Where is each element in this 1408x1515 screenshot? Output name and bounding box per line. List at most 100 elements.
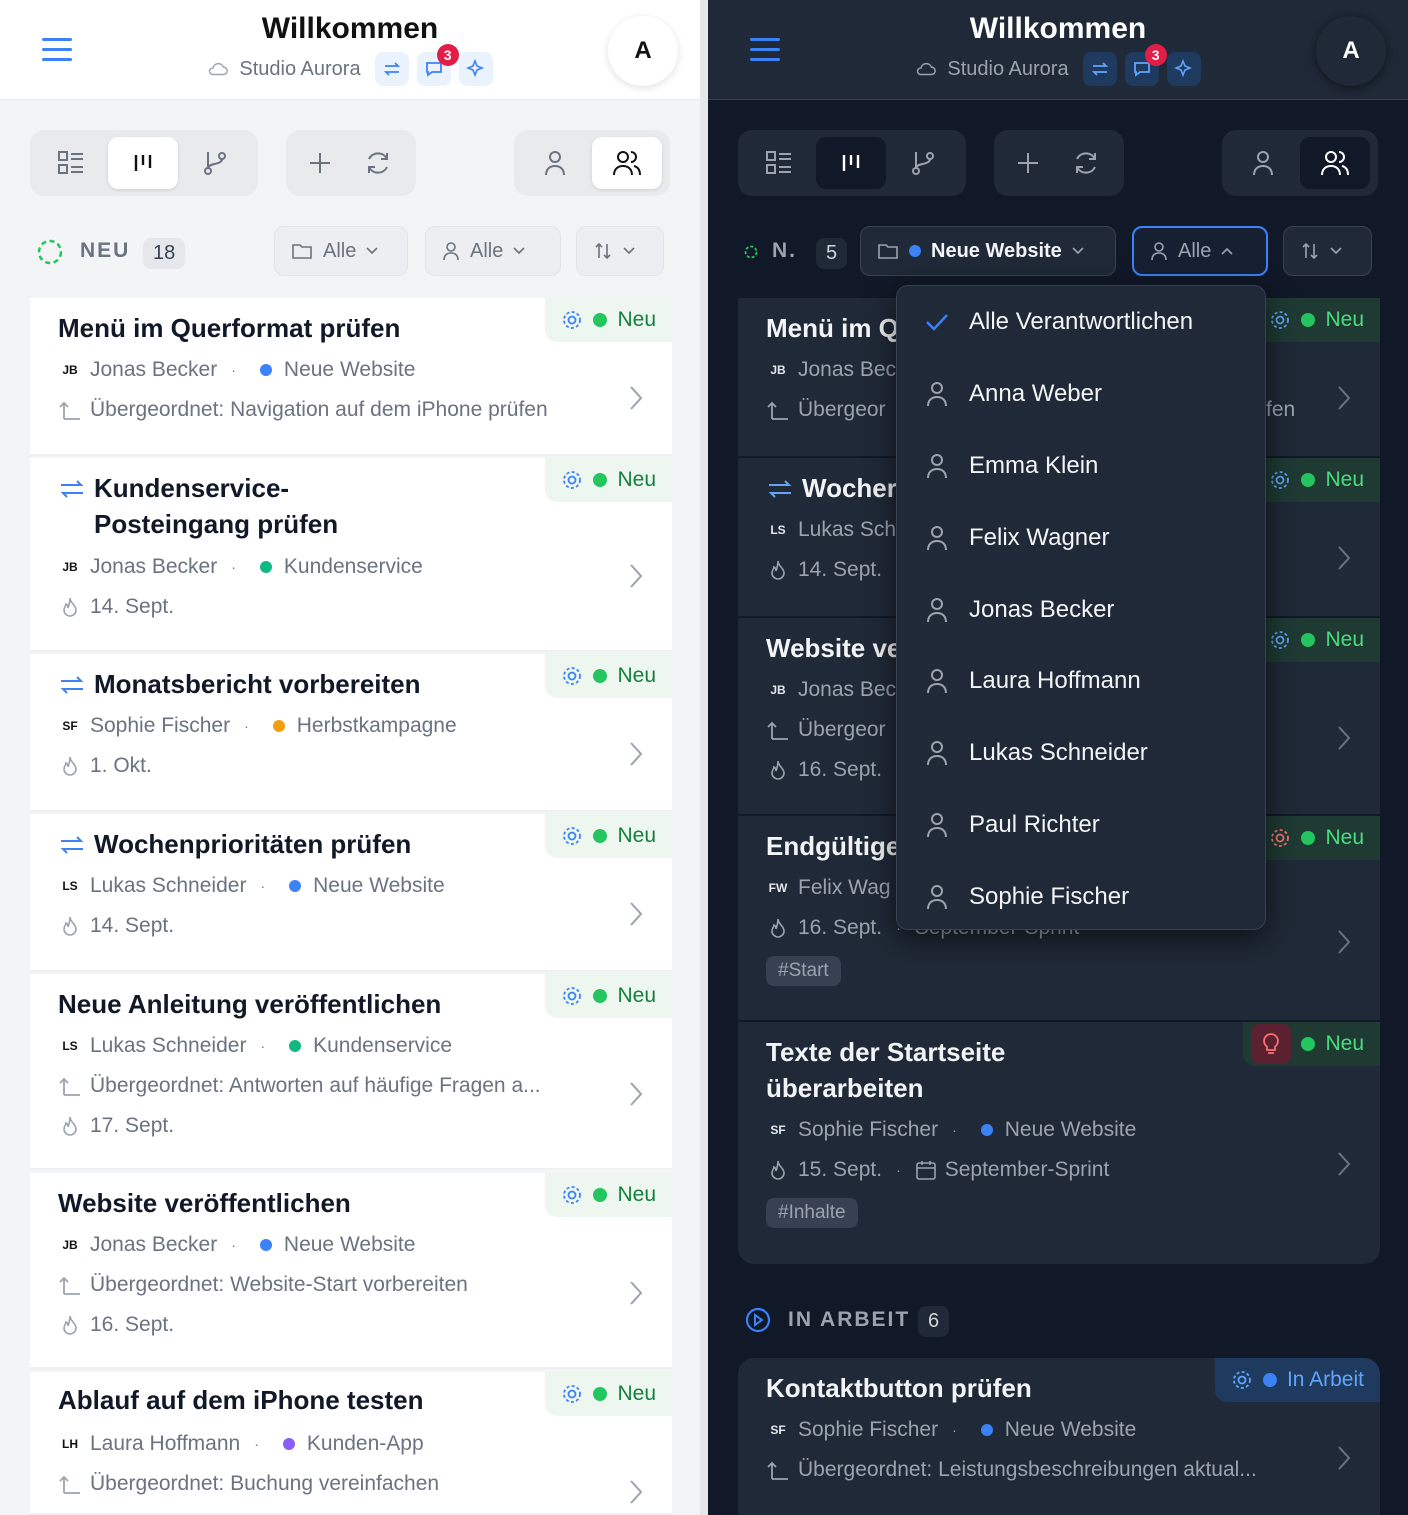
chevron-right-icon[interactable]	[1336, 928, 1352, 956]
assignee-filter[interactable]: Alle	[425, 226, 561, 276]
chevron-right-icon[interactable]	[1336, 1444, 1352, 1472]
chevron-right-icon[interactable]	[628, 562, 644, 590]
refresh-icon[interactable]	[350, 137, 406, 189]
task-title: Kontaktbutton prüfen	[766, 1373, 1032, 1403]
dropdown-item[interactable]: Felix Wagner	[897, 508, 1267, 568]
dropdown-item[interactable]: Emma Klein	[897, 436, 1267, 496]
task-title: Ablauf auf dem iPhone testen	[58, 1385, 424, 1415]
refresh-icon[interactable]	[1058, 137, 1114, 189]
chevron-right-icon[interactable]	[1336, 1150, 1352, 1178]
gear-icon	[563, 667, 582, 685]
gear-icon	[1233, 1371, 1251, 1389]
task-card[interactable]: Neu Monatsbericht vorbereiten SF Sophie F…	[30, 654, 672, 812]
section-header-neu: N. 5 Neue Website Alle	[708, 226, 1408, 276]
gear-icon	[563, 827, 582, 845]
task-title: Website ve	[766, 633, 902, 663]
chevron-right-icon[interactable]	[628, 1080, 644, 1108]
sparkle-icon[interactable]	[458, 52, 493, 86]
sort-button[interactable]	[576, 226, 664, 276]
chevron-right-icon[interactable]	[1336, 724, 1352, 752]
people-toggle	[514, 130, 670, 196]
status-badge: Neu	[1253, 458, 1380, 502]
project-filter[interactable]: Alle	[274, 226, 408, 276]
flame-icon	[63, 597, 77, 617]
add-icon[interactable]	[1000, 137, 1056, 189]
task-parent: Übergeordnet: Website-Start vorbereiten	[58, 1273, 468, 1297]
branch-view-icon[interactable]	[888, 137, 958, 189]
dropdown-item[interactable]: Jonas Becker	[897, 580, 1267, 640]
dropdown-item[interactable]: Sophie Fischer	[897, 867, 1267, 927]
task-card[interactable]: In Arbeit Kontaktbutton prüfen SF Sophie …	[738, 1358, 1380, 1515]
view-toggle	[738, 130, 966, 196]
task-meta: SF Sophie Fischer · Herbstkampagne	[62, 714, 457, 737]
task-card[interactable]: Neu Neue Anleitung veröffentlichen LS Luk…	[30, 974, 672, 1170]
task-tag[interactable]: #Start	[766, 956, 841, 986]
task-card[interactable]: Neu Ablauf auf dem iPhone testen LH Laura…	[30, 1372, 672, 1515]
task-card[interactable]: Neu Menü im Querformat prüfen JB Jonas Be…	[30, 298, 672, 456]
chat-icon[interactable]: 3	[1124, 44, 1167, 86]
assignee-filter[interactable]: Alle	[1132, 226, 1268, 276]
chevron-right-icon[interactable]	[1336, 384, 1352, 412]
notification-badge: 3	[436, 44, 459, 66]
task-meta: FW Felix Wag	[768, 876, 891, 899]
project-filter[interactable]: Neue Website	[860, 226, 1116, 276]
dropdown-item[interactable]: Anna Weber	[897, 364, 1267, 424]
add-icon[interactable]	[292, 137, 348, 189]
flame-icon	[63, 1116, 77, 1136]
page-title: Willkommen	[261, 12, 439, 45]
sync-icon[interactable]	[1082, 52, 1117, 86]
section-title: N.	[772, 239, 797, 262]
status-badge: In Arbeit	[1214, 1358, 1380, 1402]
flame-icon	[63, 756, 77, 776]
chat-icon[interactable]: 3	[416, 44, 459, 86]
task-date: 14. Sept.	[766, 558, 882, 582]
project-filter-label: Alle	[323, 239, 357, 262]
kanban-view-icon[interactable]	[108, 137, 178, 189]
chevron-right-icon[interactable]	[628, 1279, 644, 1307]
sync-icon[interactable]	[374, 52, 409, 86]
list-view-icon[interactable]	[36, 137, 106, 189]
avatar[interactable]: A	[608, 16, 678, 86]
chevron-down-icon	[513, 247, 525, 255]
task-card[interactable]: Neu Kundenservice- Posteingang prüfen JB J…	[30, 458, 672, 652]
task-meta: LS Lukas Schneider · Kundenservice	[62, 1034, 453, 1057]
task-meta: SF Sophie Fischer · Neue Website	[770, 1118, 1137, 1141]
chevron-right-icon[interactable]	[1336, 544, 1352, 572]
parent-arrow-icon	[59, 1276, 80, 1295]
dropdown-item[interactable]: Lukas Schneider	[897, 723, 1267, 783]
task-card[interactable]: Neu Wochenprioritäten prüfen LS Lukas Sch…	[30, 814, 672, 972]
view-toggle	[30, 130, 258, 196]
dropdown-item[interactable]: Laura Hoffmann	[897, 651, 1267, 711]
workspace-name: Studio Aurora	[239, 57, 361, 80]
task-meta: JB Jonas Becker · Kundenservice	[62, 555, 423, 578]
single-user-icon[interactable]	[520, 137, 590, 189]
task-card[interactable]: Neu Texte der Startseite überarbeiten SF S…	[738, 1022, 1380, 1264]
single-user-icon[interactable]	[1228, 137, 1298, 189]
recurring-icon	[60, 676, 84, 694]
user-icon	[443, 242, 459, 261]
project-color-dot	[909, 245, 921, 257]
chevron-right-icon[interactable]	[628, 384, 644, 412]
sort-button[interactable]	[1283, 226, 1372, 276]
dropdown-item-all[interactable]: Alle Verantwortlichen	[897, 292, 1267, 352]
avatar[interactable]: A	[1316, 16, 1386, 86]
dropdown-item[interactable]: Paul Richter	[897, 795, 1267, 855]
task-date: 16. Sept.	[766, 758, 882, 782]
status-new-icon	[37, 239, 63, 265]
play-circle-icon	[745, 1307, 771, 1333]
chevron-right-icon[interactable]	[628, 1478, 644, 1506]
chevron-right-icon[interactable]	[628, 900, 644, 928]
team-users-icon[interactable]	[1300, 137, 1370, 189]
team-users-icon[interactable]	[592, 137, 662, 189]
task-meta: JB Jonas Becker · Neue Website	[62, 1233, 416, 1256]
task-tag[interactable]: #Inhalte	[766, 1198, 858, 1228]
task-meta: JB Jonas Bec	[770, 358, 897, 381]
task-card[interactable]: Neu Website veröffentlichen JB Jonas Beck…	[30, 1173, 672, 1369]
list-view-icon[interactable]	[744, 137, 814, 189]
branch-view-icon[interactable]	[180, 137, 250, 189]
kanban-view-icon[interactable]	[816, 137, 886, 189]
section-title: IN ARBEIT	[788, 1308, 911, 1331]
sparkle-icon[interactable]	[1166, 52, 1201, 86]
chevron-right-icon[interactable]	[628, 740, 644, 768]
status-badge: Neu	[545, 974, 672, 1018]
